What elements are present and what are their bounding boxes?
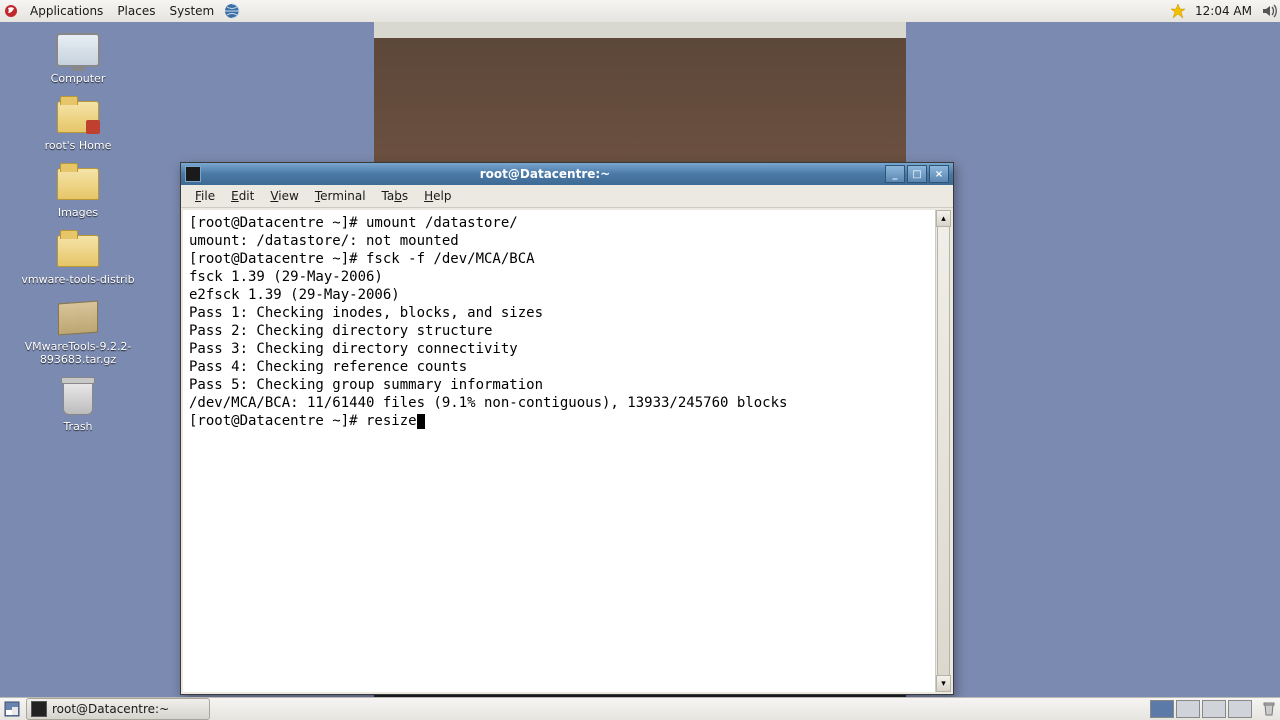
- terminal-window[interactable]: root@Datacentre:~ _ □ × File Edit View T…: [180, 162, 954, 695]
- icon-label: Computer: [51, 72, 106, 85]
- workspace-4[interactable]: [1228, 700, 1252, 718]
- desktop[interactable]: Computer root's Home Images vmware-tools…: [0, 22, 1280, 698]
- menu-file[interactable]: File: [187, 187, 223, 205]
- trash-applet-icon[interactable]: [1261, 701, 1277, 717]
- scroll-up-button[interactable]: ▴: [936, 210, 951, 227]
- workspace-3[interactable]: [1202, 700, 1226, 718]
- maximize-button[interactable]: □: [907, 165, 927, 183]
- workspace-switcher[interactable]: [1150, 700, 1252, 718]
- icon-label: vmware-tools-distrib: [21, 273, 134, 286]
- close-button[interactable]: ×: [929, 165, 949, 183]
- icon-label: VMwareTools-9.2.2-893683.tar.gz: [13, 340, 143, 366]
- desktop-icon-trash[interactable]: Trash: [8, 378, 148, 433]
- workspace-2[interactable]: [1176, 700, 1200, 718]
- menu-applications[interactable]: Applications: [23, 4, 110, 18]
- icon-label: Trash: [63, 420, 92, 433]
- desktop-icon-computer[interactable]: Computer: [8, 30, 148, 85]
- scroll-thumb[interactable]: [937, 226, 950, 676]
- computer-icon: [56, 33, 100, 67]
- clock[interactable]: 12:04 AM: [1189, 4, 1258, 18]
- volume-icon[interactable]: [1261, 3, 1277, 19]
- window-titlebar[interactable]: root@Datacentre:~ _ □ ×: [181, 163, 953, 185]
- workspace-1[interactable]: [1150, 700, 1174, 718]
- distro-icon: [3, 3, 19, 19]
- menu-help[interactable]: Help: [416, 187, 459, 205]
- terminal-icon: [185, 166, 201, 182]
- desktop-icon-images[interactable]: Images: [8, 164, 148, 219]
- menu-view[interactable]: View: [262, 187, 306, 205]
- archive-icon: [58, 301, 98, 336]
- top-panel: Applications Places System 12:04 AM: [0, 0, 1280, 23]
- home-folder-icon: [57, 101, 99, 133]
- folder-icon: [57, 235, 99, 267]
- browser-launcher-icon[interactable]: [224, 3, 240, 19]
- menu-terminal[interactable]: Terminal: [307, 187, 374, 205]
- icon-label: root's Home: [45, 139, 112, 152]
- window-menubar: File Edit View Terminal Tabs Help: [181, 185, 953, 208]
- desktop-icon-vmware-distrib[interactable]: vmware-tools-distrib: [8, 231, 148, 286]
- desktop-icon-grid: Computer root's Home Images vmware-tools…: [8, 30, 148, 433]
- show-desktop-icon: [4, 701, 20, 717]
- task-label: root@Datacentre:~: [52, 702, 169, 716]
- window-title: root@Datacentre:~: [207, 167, 883, 181]
- scroll-down-button[interactable]: ▾: [936, 675, 951, 692]
- terminal-icon: [31, 701, 47, 717]
- update-icon[interactable]: [1170, 3, 1186, 19]
- taskbar-task-terminal[interactable]: root@Datacentre:~: [26, 698, 210, 720]
- menu-system[interactable]: System: [162, 4, 221, 18]
- bottom-panel: root@Datacentre:~: [0, 697, 1280, 720]
- desktop-icon-home[interactable]: root's Home: [8, 97, 148, 152]
- icon-label: Images: [58, 206, 98, 219]
- terminal-scrollbar[interactable]: ▴ ▾: [935, 210, 951, 692]
- minimize-button[interactable]: _: [885, 165, 905, 183]
- trash-icon: [63, 381, 93, 415]
- menu-tabs[interactable]: Tabs: [374, 187, 417, 205]
- desktop-icon-vmware-tar[interactable]: VMwareTools-9.2.2-893683.tar.gz: [8, 298, 148, 366]
- folder-icon: [57, 168, 99, 200]
- menu-places[interactable]: Places: [110, 4, 162, 18]
- terminal-output[interactable]: [root@Datacentre ~]# umount /datastore/ …: [183, 210, 951, 692]
- menu-edit[interactable]: Edit: [223, 187, 262, 205]
- show-desktop-button[interactable]: [2, 699, 22, 719]
